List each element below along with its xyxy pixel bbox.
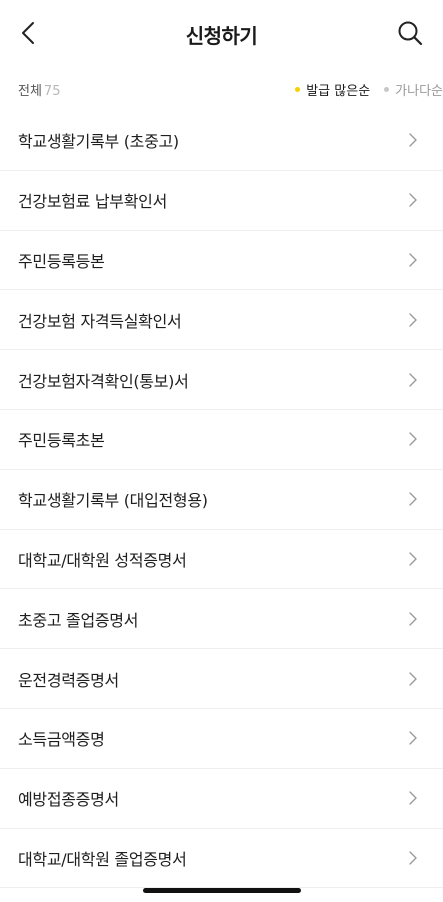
list-item[interactable]: 예방접종증명서 bbox=[0, 769, 443, 829]
list-item[interactable]: 대학교/대학원 성적증명서 bbox=[0, 530, 443, 590]
total-count: 전체 75 bbox=[18, 80, 60, 99]
chevron-right-icon bbox=[407, 850, 419, 866]
list-item-label: 초중고 졸업증명서 bbox=[18, 610, 139, 630]
sort-by-issued[interactable]: 발급 많은순 bbox=[295, 80, 370, 99]
list-item[interactable]: 건강보험 자격득실확인서 bbox=[0, 290, 443, 351]
list-item[interactable]: 주민등록등본 bbox=[0, 231, 443, 291]
chevron-right-icon bbox=[407, 132, 419, 148]
list-item-label: 예방접종증명서 bbox=[18, 790, 119, 810]
list-item-label: 대학교/대학원 성적증명서 bbox=[18, 550, 187, 570]
list-item-label: 건강보험료 납부확인서 bbox=[18, 192, 167, 212]
list-item-label: 소득금액증명 bbox=[18, 730, 105, 750]
search-icon bbox=[398, 21, 423, 46]
list-item-label: 학교생활기록부 (초중고) bbox=[18, 132, 179, 152]
chevron-right-icon bbox=[407, 192, 419, 208]
list-item-label: 주민등록초본 bbox=[18, 431, 105, 451]
sort-options: 발급 많은순 가나다순 bbox=[295, 80, 443, 99]
chevron-right-icon bbox=[407, 790, 419, 806]
list-item-label: 건강보험자격확인(통보)서 bbox=[18, 371, 189, 391]
sort-label: 가나다순 bbox=[395, 83, 443, 99]
list-item[interactable]: 건강보험자격확인(통보)서 bbox=[0, 350, 443, 410]
sort-by-alphabetical[interactable]: 가나다순 bbox=[384, 80, 443, 99]
total-count-value: 75 bbox=[43, 83, 61, 99]
chevron-right-icon bbox=[407, 431, 419, 447]
chevron-right-icon bbox=[407, 551, 419, 567]
home-indicator bbox=[143, 888, 301, 893]
filter-bar: 전체 75 발급 많은순 가나다순 bbox=[18, 76, 443, 102]
list-item-label: 대학교/대학원 졸업증명서 bbox=[18, 849, 187, 869]
list-item[interactable]: 학교생활기록부 (대입전형용) bbox=[0, 470, 443, 530]
chevron-right-icon bbox=[407, 312, 419, 328]
document-list: 학교생활기록부 (초중고) 건강보험료 납부확인서 주민등록등본 건강보험 자격… bbox=[0, 111, 443, 889]
chevron-right-icon bbox=[407, 730, 419, 746]
app-header: 신청하기 bbox=[0, 0, 443, 66]
list-item[interactable]: 학교생활기록부 (초중고) bbox=[0, 111, 443, 171]
total-count-label: 전체 bbox=[18, 83, 42, 99]
list-item-label: 주민등록등본 bbox=[18, 251, 105, 271]
list-item-label: 건강보험 자격득실확인서 bbox=[18, 311, 182, 331]
list-item[interactable]: 대학교/대학원 졸업증명서 bbox=[0, 829, 443, 889]
list-item[interactable]: 건강보험료 납부확인서 bbox=[0, 171, 443, 231]
list-item[interactable]: 소득금액증명 bbox=[0, 709, 443, 769]
list-item[interactable]: 운전경력증명서 bbox=[0, 649, 443, 709]
list-item[interactable]: 초중고 졸업증명서 bbox=[0, 589, 443, 650]
sort-label: 발급 많은순 bbox=[306, 83, 371, 99]
list-item-label: 학교생활기록부 (대입전형용) bbox=[18, 491, 208, 511]
chevron-right-icon bbox=[407, 491, 419, 507]
chevron-right-icon bbox=[407, 252, 419, 268]
page-title: 신청하기 bbox=[185, 24, 258, 48]
chevron-right-icon bbox=[407, 611, 419, 627]
list-item-label: 운전경력증명서 bbox=[18, 670, 119, 690]
search-button[interactable] bbox=[395, 18, 425, 48]
list-item[interactable]: 주민등록초본 bbox=[0, 410, 443, 470]
chevron-right-icon bbox=[407, 372, 419, 388]
inactive-dot-icon bbox=[384, 86, 390, 92]
chevron-right-icon bbox=[407, 671, 419, 687]
active-dot-icon bbox=[295, 86, 301, 92]
